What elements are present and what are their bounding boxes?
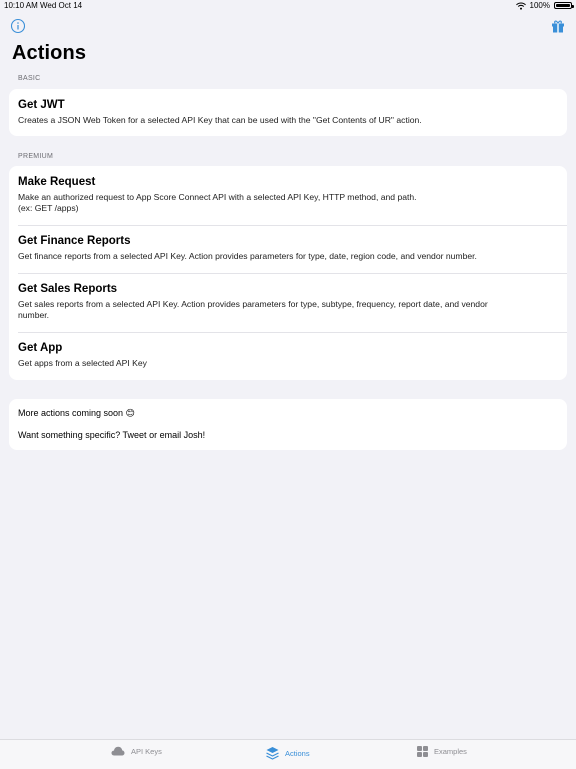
action-row-get-app[interactable]: Get App Get apps from a selected API Key <box>9 332 567 380</box>
action-description-line: number. <box>18 309 50 320</box>
section-header-basic: BASIC <box>18 75 41 82</box>
action-description: Get apps from a selected API Key <box>18 358 147 368</box>
action-title: Get JWT <box>18 99 65 111</box>
action-row-get-finance-reports[interactable]: Get Finance Reports Get finance reports … <box>9 225 567 273</box>
action-title: Get Finance Reports <box>18 235 131 247</box>
status-bar: 10:10 AM Wed Oct 14 100% <box>0 0 576 12</box>
action-description: Make an authorized request to App Score … <box>18 192 558 213</box>
page-title: Actions <box>12 42 87 64</box>
status-date: Wed Oct 14 <box>40 1 83 10</box>
action-row-get-sales-reports[interactable]: Get Sales Reports Get sales reports from… <box>9 273 567 332</box>
coming-soon-text: More actions coming soon 😊 <box>18 408 135 418</box>
action-row-make-request[interactable]: Make Request Make an authorized request … <box>9 166 567 225</box>
action-description-line: (ex: GET /apps) <box>18 202 79 213</box>
status-time: 10:10 AM <box>4 1 38 10</box>
action-title: Get Sales Reports <box>18 283 118 295</box>
info-button[interactable] <box>10 18 26 34</box>
tab-label: API Keys <box>131 746 162 756</box>
basic-card: Get JWT Creates a JSON Web Token for a s… <box>9 89 567 136</box>
action-title: Make Request <box>18 176 96 188</box>
action-row-get-jwt[interactable]: Get JWT Creates a JSON Web Token for a s… <box>9 89 567 136</box>
battery-icon <box>554 2 574 9</box>
tab-bar: API Keys Actions Examples <box>0 739 576 769</box>
cloud-icon <box>111 746 125 756</box>
grid-icon <box>417 746 428 757</box>
gift-button[interactable] <box>550 18 566 34</box>
wifi-icon <box>515 2 526 10</box>
action-title: Get App <box>18 342 63 354</box>
status-right: 100% <box>515 1 574 10</box>
section-header-premium: PREMIUM <box>18 153 54 160</box>
battery-percent: 100% <box>529 1 550 10</box>
action-description: Creates a JSON Web Token for a selected … <box>18 115 422 125</box>
stack-icon <box>266 747 279 760</box>
premium-card: Make Request Make an authorized request … <box>9 166 567 380</box>
tab-label: Actions <box>285 748 310 758</box>
gift-icon <box>552 20 564 33</box>
tab-examples[interactable]: Examples <box>417 746 467 757</box>
tab-api-keys[interactable]: API Keys <box>111 746 162 756</box>
tab-actions[interactable]: Actions <box>266 746 310 760</box>
action-description: Get sales reports from a selected API Ke… <box>18 299 558 320</box>
info-card: More actions coming soon 😊 Want somethin… <box>9 399 567 450</box>
info-icon <box>10 18 26 34</box>
action-description-line: Get sales reports from a selected API Ke… <box>18 299 488 309</box>
action-description: Get finance reports from a selected API … <box>18 251 477 261</box>
action-description-line: Make an authorized request to App Score … <box>18 192 417 202</box>
request-text: Want something specific? Tweet or email … <box>18 430 206 440</box>
tab-label: Examples <box>434 747 467 756</box>
